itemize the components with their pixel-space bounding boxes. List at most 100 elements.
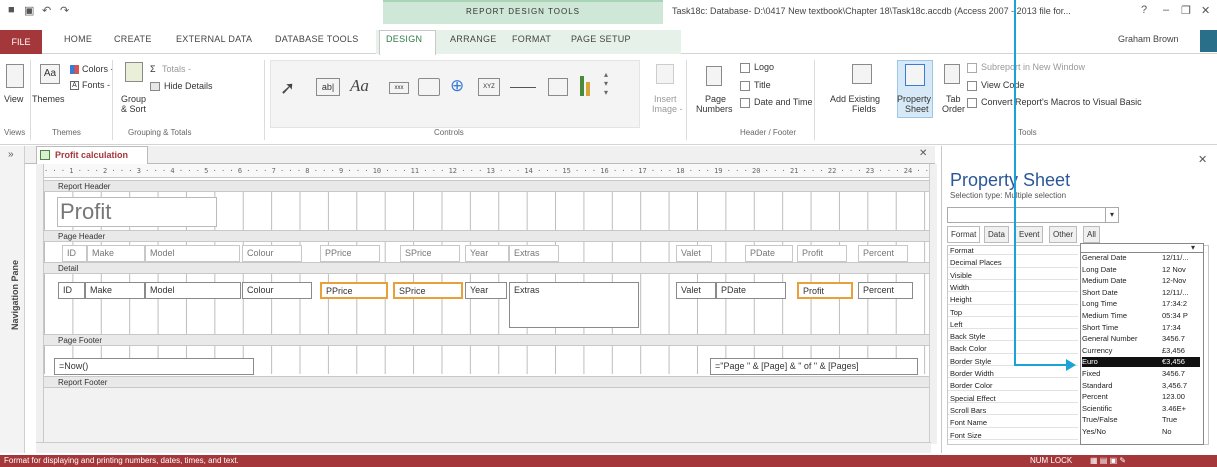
field-pprice[interactable]: PPrice: [320, 282, 388, 299]
convert-macros-button[interactable]: Convert Report's Macros to Visual Basic: [981, 97, 1142, 107]
field-pdate[interactable]: PDate: [716, 282, 786, 299]
themes-button[interactable]: Themes: [32, 94, 65, 104]
report-title[interactable]: Profit calculation: [57, 197, 217, 252]
label-profit[interactable]: Profit: [797, 245, 847, 262]
redo-icon[interactable]: ↷: [60, 4, 69, 17]
report-document-tab[interactable]: Profit calculation: [36, 146, 148, 164]
page-footer-bar[interactable]: Page Footer: [44, 334, 929, 346]
label-pprice[interactable]: PPrice: [320, 245, 380, 262]
label-make[interactable]: Make: [87, 245, 145, 262]
property-row[interactable]: Width: [948, 283, 1078, 293]
tab-design[interactable]: DESIGN: [386, 34, 422, 44]
property-row[interactable]: Format: [948, 246, 1078, 256]
select-pointer-icon[interactable]: ➚: [280, 78, 295, 99]
selection-combo[interactable]: ▾: [947, 207, 1119, 223]
format-option[interactable]: Long Date 12 Nov: [1082, 265, 1200, 274]
footer-now-field[interactable]: =Now(): [54, 358, 254, 375]
property-row[interactable]: Top: [948, 308, 1078, 317]
subreport-button[interactable]: Subreport in New Window: [981, 62, 1085, 72]
tab-home[interactable]: HOME: [64, 34, 92, 44]
title-button[interactable]: Title: [754, 80, 771, 90]
property-row[interactable]: Border Width: [948, 369, 1078, 379]
logo-button[interactable]: Logo: [754, 62, 774, 72]
fonts-button[interactable]: Fonts -: [82, 80, 110, 90]
format-option[interactable]: Short Date 12/11/...: [1082, 288, 1200, 297]
page-numbers-button[interactable]: Page: [705, 94, 726, 104]
colors-button[interactable]: Colors -: [82, 64, 114, 74]
format-option[interactable]: Short Time 17:34: [1082, 323, 1200, 332]
tab-control-icon[interactable]: [418, 78, 440, 96]
tab-other-props[interactable]: Other: [1049, 226, 1078, 243]
line-icon[interactable]: [510, 87, 536, 88]
label-colour[interactable]: Colour: [242, 245, 302, 262]
vertical-scrollbar[interactable]: [929, 164, 937, 444]
detail-bar[interactable]: Detail: [44, 262, 929, 274]
undo-icon[interactable]: ↶: [42, 4, 51, 17]
label-percent[interactable]: Percent: [858, 245, 908, 262]
tab-all-props[interactable]: All: [1083, 226, 1100, 243]
report-header-bar[interactable]: Report Header: [44, 180, 929, 192]
field-valet[interactable]: Valet: [676, 282, 716, 299]
property-sheet-button[interactable]: Property: [897, 94, 931, 104]
tab-page-setup[interactable]: PAGE SETUP: [571, 34, 631, 44]
tab-event-props[interactable]: Event: [1015, 226, 1044, 243]
nav-pane-toggle[interactable]: »: [8, 149, 14, 160]
tab-order-button[interactable]: Tab: [946, 94, 961, 104]
save-icon[interactable]: ▣: [24, 4, 34, 17]
format-option[interactable]: Euro €3,456: [1082, 357, 1200, 367]
property-row[interactable]: Border Color: [948, 381, 1078, 391]
tab-create[interactable]: CREATE: [114, 34, 152, 44]
label-icon[interactable]: Aa: [350, 76, 369, 96]
add-existing-fields-button[interactable]: Add Existing: [830, 94, 880, 104]
tab-external-data[interactable]: EXTERNAL DATA: [176, 34, 252, 44]
format-option[interactable]: Medium Date 12-Nov: [1082, 276, 1200, 285]
label-extras[interactable]: Extras: [509, 245, 559, 262]
property-row[interactable]: Back Style: [948, 332, 1078, 342]
totals-button[interactable]: Totals -: [162, 64, 191, 74]
format-option[interactable]: Scientific 3.46E+: [1082, 404, 1200, 413]
insert-image-button[interactable]: Insert: [654, 94, 677, 104]
help-button[interactable]: ?: [1141, 4, 1147, 16]
footer-page-field[interactable]: ="Page " & [Page] & " of " & [Pages]: [710, 358, 918, 375]
report-footer-bar[interactable]: Report Footer: [44, 376, 929, 388]
field-year[interactable]: Year: [465, 282, 507, 299]
close-button[interactable]: ✕: [1201, 4, 1210, 17]
hide-details-button[interactable]: Hide Details: [164, 81, 213, 91]
label-model[interactable]: Model: [145, 245, 240, 262]
field-make[interactable]: Make: [85, 282, 145, 299]
minimize-button[interactable]: –: [1163, 4, 1169, 16]
property-row[interactable]: Special Effect: [948, 394, 1078, 403]
format-option[interactable]: Standard 3,456.7: [1082, 381, 1200, 390]
tab-format-props[interactable]: Format: [947, 226, 981, 243]
chevron-down-icon[interactable]: ▾: [1105, 208, 1118, 222]
text-box-icon[interactable]: ab|: [316, 78, 340, 96]
format-option[interactable]: True/False True: [1082, 415, 1200, 424]
format-option[interactable]: General Date 12/11/...: [1082, 253, 1200, 262]
format-option[interactable]: General Number 3456.7: [1082, 334, 1200, 343]
restore-button[interactable]: ❐: [1181, 4, 1191, 17]
close-report-icon[interactable]: ✕: [919, 148, 927, 159]
chart-icon[interactable]: [580, 76, 584, 96]
property-row[interactable]: Left: [948, 320, 1078, 330]
label-id[interactable]: ID: [62, 245, 87, 262]
format-option[interactable]: Currency £3,456: [1082, 346, 1200, 355]
view-icons[interactable]: ▦ ▤ ▣ ✎: [1090, 455, 1126, 467]
tab-database-tools[interactable]: DATABASE TOOLS: [275, 34, 359, 44]
web-browser-icon[interactable]: XYZ: [478, 78, 500, 96]
property-row[interactable]: Back Color: [948, 344, 1078, 354]
field-percent[interactable]: Percent: [858, 282, 913, 299]
field-model[interactable]: Model: [145, 282, 241, 299]
report-footer-section[interactable]: [44, 388, 929, 442]
page-header-bar[interactable]: Page Header: [44, 230, 929, 242]
property-row[interactable]: Height: [948, 295, 1078, 305]
format-option[interactable]: Medium Time 05:34 P: [1082, 311, 1200, 320]
view-button[interactable]: View: [4, 94, 23, 104]
tab-format[interactable]: FORMAT: [512, 34, 551, 44]
tab-arrange[interactable]: ARRANGE: [450, 34, 497, 44]
tab-file[interactable]: FILE: [0, 30, 42, 54]
property-row[interactable]: Font Name: [948, 418, 1078, 428]
label-year[interactable]: Year: [465, 245, 509, 262]
button-icon[interactable]: xxx: [389, 82, 409, 94]
tab-data-props[interactable]: Data: [984, 226, 1009, 243]
field-profit[interactable]: Profit: [797, 282, 853, 299]
